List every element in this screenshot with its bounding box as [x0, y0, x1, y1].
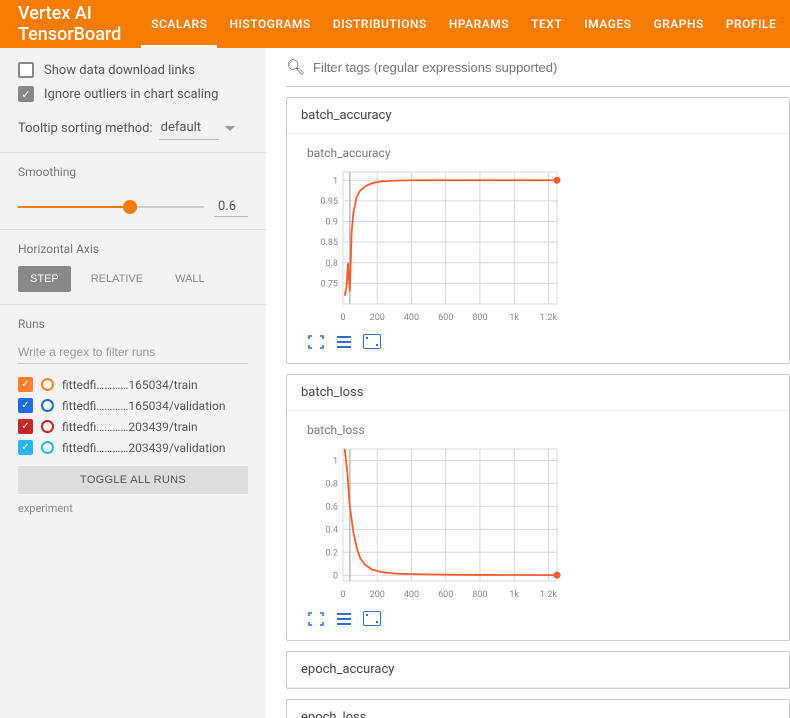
card-header[interactable]: batch_accuracy: [287, 98, 789, 134]
horiz-option-step[interactable]: STEP: [18, 266, 71, 292]
tooltip-sort-label: Tooltip sorting method:: [18, 121, 153, 136]
svg-text:0: 0: [333, 571, 338, 581]
show-download-row[interactable]: Show data download links: [18, 62, 248, 78]
header-tabs: SCALARS HISTOGRAMS DISTRIBUTIONS HPARAMS TEX…: [151, 0, 776, 48]
smoothing-label: Smoothing: [18, 165, 248, 179]
tag-filter-row[interactable]: 🔍︎: [286, 48, 790, 87]
svg-text:1: 1: [333, 456, 338, 466]
svg-text:400: 400: [404, 590, 419, 600]
svg-text:400: 400: [404, 313, 419, 323]
fullscreen-icon[interactable]: [307, 334, 325, 349]
svg-text:600: 600: [438, 590, 453, 600]
main-panel: 🔍︎ batch_accuracy batch_accuracy 0 200 400 60…: [266, 48, 790, 718]
svg-text:0.95: 0.95: [320, 197, 338, 207]
svg-text:0.85: 0.85: [320, 238, 338, 248]
svg-text:800: 800: [472, 590, 487, 600]
fit-domain-icon[interactable]: [363, 611, 381, 626]
svg-text:1: 1: [333, 176, 338, 186]
show-download-label: Show data download links: [44, 63, 195, 78]
run-row[interactable]: fittedfi…………203439/validation: [18, 437, 248, 458]
card-header[interactable]: epoch_accuracy: [287, 652, 789, 688]
runs-label: Runs: [18, 317, 248, 331]
svg-text:1.2k: 1.2k: [540, 313, 557, 323]
list-icon[interactable]: [335, 611, 353, 626]
svg-text:1k: 1k: [509, 313, 519, 323]
experiment-label: experiment: [18, 502, 248, 515]
tab-images[interactable]: IMAGES: [584, 0, 631, 48]
scalar-card-batch_loss: batch_loss batch_loss 0 200 400 600 800 1k 1.2k 0…: [286, 374, 790, 641]
svg-text:1.2k: 1.2k: [540, 590, 557, 600]
run-color-icon: [41, 441, 54, 454]
svg-text:0: 0: [340, 590, 345, 600]
svg-text:1k: 1k: [509, 590, 519, 600]
tab-distributions[interactable]: DISTRIBUTIONS: [333, 0, 427, 48]
card-header[interactable]: batch_loss: [287, 375, 789, 411]
tooltip-sort-value: default: [159, 116, 219, 140]
tab-scalars[interactable]: SCALARS: [151, 0, 207, 48]
tab-histograms[interactable]: HISTOGRAMS: [229, 0, 310, 48]
svg-text:0: 0: [340, 313, 345, 323]
run-checkbox[interactable]: [18, 398, 33, 413]
svg-text:0.8: 0.8: [326, 479, 339, 489]
ignore-outliers-label: Ignore outliers in chart scaling: [44, 87, 218, 102]
horiz-option-wall[interactable]: WALL: [163, 266, 217, 292]
svg-text:0.2: 0.2: [326, 548, 339, 558]
scalar-card-epoch_accuracy: epoch_accuracy: [286, 651, 790, 689]
run-row[interactable]: fittedfi…………165034/train: [18, 374, 248, 395]
tag-filter-input[interactable]: [313, 60, 790, 75]
checkbox-ignore-outliers[interactable]: [18, 86, 34, 102]
card-header[interactable]: epoch_loss: [287, 700, 789, 718]
ignore-outliers-row[interactable]: Ignore outliers in chart scaling: [18, 86, 248, 102]
svg-text:200: 200: [370, 590, 385, 600]
scalar-card-epoch_loss: epoch_loss: [286, 699, 790, 718]
app-title: Vertex AI TensorBoard: [18, 3, 121, 45]
scalar-card-batch_accuracy: batch_accuracy batch_accuracy 0 200 400 600 80…: [286, 97, 790, 364]
run-checkbox[interactable]: [18, 377, 33, 392]
run-color-icon: [41, 378, 54, 391]
chart-toolbar: [307, 334, 587, 349]
svg-text:600: 600: [438, 313, 453, 323]
chart-toolbar: [307, 611, 587, 626]
run-checkbox[interactable]: [18, 419, 33, 434]
tab-profile[interactable]: PROFILE: [726, 0, 776, 48]
run-color-icon: [41, 399, 54, 412]
search-icon: 🔍︎: [286, 58, 305, 76]
tab-hparams[interactable]: HPARAMS: [449, 0, 509, 48]
svg-text:0.6: 0.6: [326, 502, 339, 512]
runs-filter-input[interactable]: [18, 341, 248, 364]
run-row[interactable]: fittedfi…………165034/validation: [18, 395, 248, 416]
svg-text:0.8: 0.8: [326, 259, 339, 269]
list-icon[interactable]: [335, 334, 353, 349]
svg-text:800: 800: [472, 313, 487, 323]
smoothing-value[interactable]: 0.6: [214, 197, 248, 217]
smoothing-slider[interactable]: 0.6: [18, 197, 248, 217]
run-label: fittedfi…………165034/validation: [62, 399, 248, 413]
run-row[interactable]: fittedfi…………203439/train: [18, 416, 248, 437]
sidebar: Show data download links Ignore outliers…: [0, 48, 266, 718]
run-checkbox[interactable]: [18, 440, 33, 455]
tab-text[interactable]: TEXT: [531, 0, 562, 48]
svg-text:200: 200: [370, 313, 385, 323]
svg-text:0.9: 0.9: [326, 218, 339, 228]
checkbox-show-download[interactable]: [18, 62, 34, 78]
run-color-icon: [41, 420, 54, 433]
chevron-down-icon: [225, 126, 235, 131]
tab-graphs[interactable]: GRAPHS: [653, 0, 703, 48]
runs-list: fittedfi…………165034/train fittedfi…………1650…: [18, 374, 248, 458]
svg-text:0.4: 0.4: [326, 525, 339, 535]
run-label: fittedfi…………165034/train: [62, 378, 248, 392]
run-label: fittedfi…………203439/train: [62, 420, 248, 434]
svg-text:0.75: 0.75: [320, 279, 338, 289]
horiz-option-relative[interactable]: RELATIVE: [79, 266, 155, 292]
fullscreen-icon[interactable]: [307, 611, 325, 626]
horizontal-axis-group: STEP RELATIVE WALL: [18, 266, 248, 292]
chart-title: batch_loss: [307, 423, 587, 437]
fit-domain-icon[interactable]: [363, 334, 381, 349]
chart-title: batch_accuracy: [307, 146, 587, 160]
toggle-all-runs-button[interactable]: TOGGLE ALL RUNS: [18, 466, 248, 494]
tooltip-sort-select[interactable]: default: [159, 116, 235, 140]
horizontal-axis-label: Horizontal Axis: [18, 242, 248, 256]
run-label: fittedfi…………203439/validation: [62, 441, 248, 455]
